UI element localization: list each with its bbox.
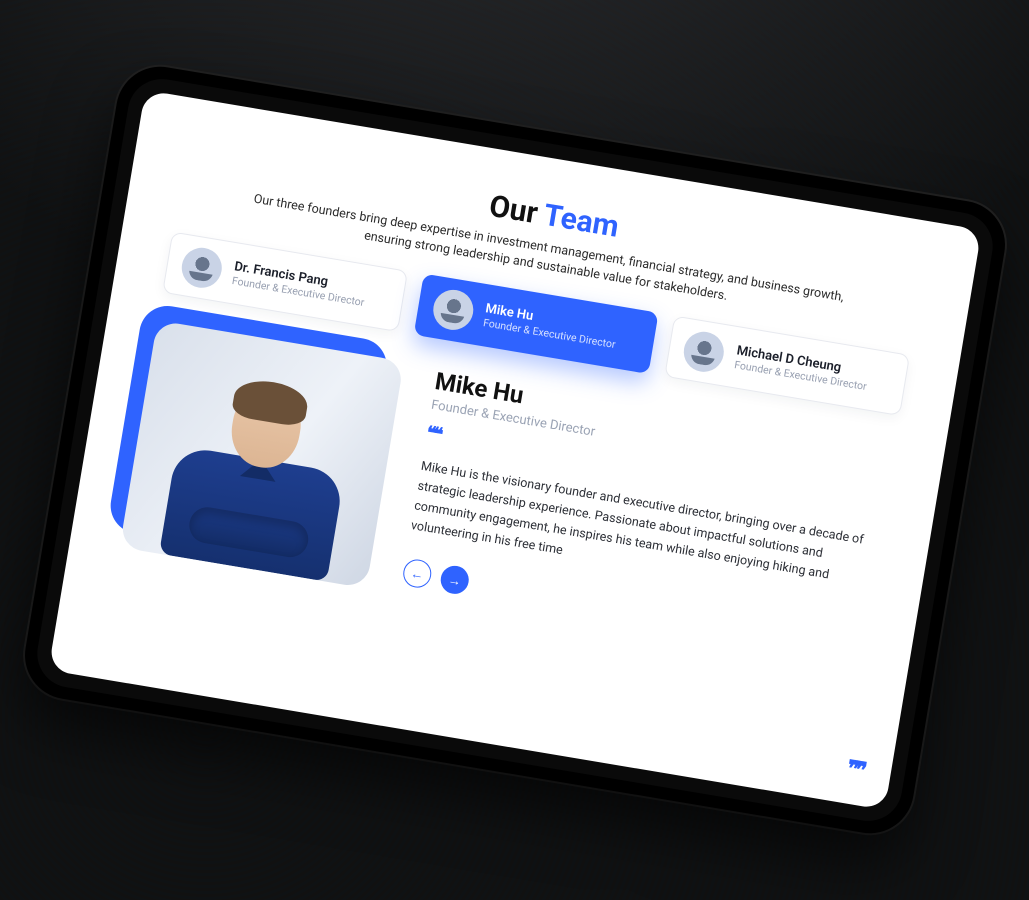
member-card-michael-cheung[interactable]: Michael D Cheung Founder & Executive Dir…	[664, 316, 910, 417]
member-photo	[119, 320, 404, 588]
arrow-left-icon: ←	[409, 566, 424, 581]
avatar	[429, 287, 475, 333]
tablet-device: Our Team Our three founders bring deep e…	[18, 60, 1011, 840]
arrow-right-icon: →	[447, 573, 462, 588]
quote-close-icon: ❞❞	[845, 756, 865, 783]
member-photo-frame	[119, 320, 404, 588]
member-card-mike-hu[interactable]: Mike Hu Founder & Executive Director	[413, 274, 659, 375]
avatar	[178, 245, 224, 291]
next-button[interactable]: →	[438, 564, 470, 596]
member-bio: Mike Hu Founder & Executive Director ❝❝ …	[401, 367, 895, 662]
prev-button[interactable]: ←	[401, 558, 433, 590]
tablet-bezel: Our Team Our three founders bring deep e…	[32, 74, 998, 826]
avatar	[681, 329, 727, 375]
person-illustration	[154, 356, 365, 583]
heading-accent: Team	[541, 198, 621, 245]
app-screen: Our Team Our three founders bring deep e…	[48, 90, 981, 810]
heading-pre: Our	[486, 189, 546, 233]
